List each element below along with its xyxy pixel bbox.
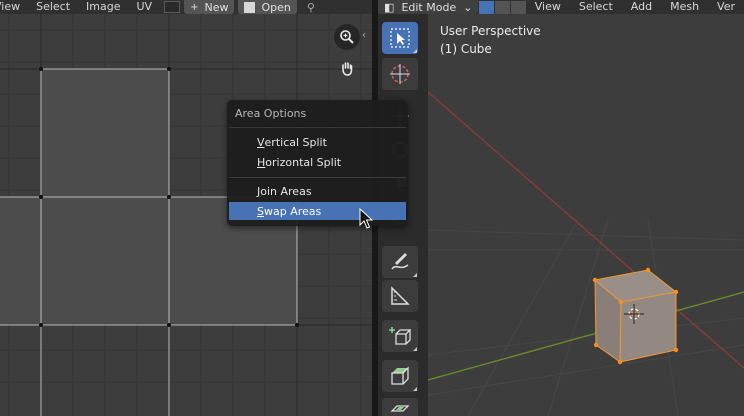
horizontal-split-item[interactable]: Horizontal Split	[229, 153, 406, 171]
mode-icon: ◧	[384, 0, 395, 14]
annotate-icon[interactable]	[382, 246, 418, 278]
new-image-label: New	[204, 0, 229, 14]
menu-item-hotkey: S	[257, 204, 264, 218]
menu-item-label: ertical Split	[264, 135, 327, 149]
menu-item-label: oin Areas	[260, 184, 312, 198]
vertex-select-icon[interactable]	[479, 0, 495, 14]
menu-separator	[229, 127, 406, 128]
uv-view-menu[interactable]: View	[0, 0, 28, 14]
mouse-cursor-icon	[359, 208, 373, 229]
join-areas-item[interactable]: Join Areas	[229, 182, 406, 200]
pin-icon[interactable]: ⚲	[307, 1, 315, 14]
mode-dropdown[interactable]: ◧ Edit Mode ⌄	[378, 0, 479, 14]
face-select-icon[interactable]	[510, 0, 526, 14]
x-axis-line	[428, 91, 744, 369]
viewport-object-label: (1) Cube	[440, 42, 492, 56]
hand-icon[interactable]	[334, 55, 360, 81]
menu-item-label: orizontal Split	[265, 155, 342, 169]
area-options-title: Area Options	[235, 107, 307, 120]
mode-label: Edit Mode	[401, 0, 457, 14]
viewport-header: ◧ Edit Mode ⌄ View Select Add Mesh Ver	[378, 0, 744, 14]
viewport-add-menu[interactable]: Add	[622, 0, 661, 14]
menu-item-label: wap Areas	[263, 204, 322, 218]
viewport-select-menu[interactable]: Select	[570, 0, 622, 14]
3d-viewport[interactable]	[428, 0, 744, 416]
menu-separator	[229, 177, 406, 178]
viewport-scene[interactable]	[428, 0, 744, 416]
cursor-3d-icon[interactable]	[382, 58, 418, 90]
menu-item-hotkey: V	[257, 135, 265, 149]
folder-icon	[244, 1, 256, 13]
plus-icon: +	[190, 1, 199, 13]
zoom-in-icon[interactable]	[334, 24, 360, 50]
viewport-view-menu[interactable]: View	[526, 0, 570, 14]
cube-mesh	[592, 267, 679, 365]
uv-uv-menu[interactable]: UV	[129, 0, 161, 14]
swap-areas-item[interactable]: Swap Areas	[229, 202, 406, 220]
open-image-label: Open	[261, 0, 291, 14]
add-cube-icon[interactable]	[382, 320, 418, 352]
menu-item-hotkey: H	[257, 155, 266, 169]
edge-select-icon[interactable]	[495, 0, 510, 14]
new-image-button[interactable]: + New	[184, 0, 235, 14]
open-image-button[interactable]: Open	[238, 0, 297, 14]
chevron-down-icon: ⌄	[463, 0, 473, 14]
viewport-perspective-label: User Perspective	[440, 24, 541, 38]
image-browse-icon[interactable]	[164, 1, 181, 13]
select-box-icon[interactable]	[382, 22, 418, 54]
uv-editor-header: View Select Image UV + New Open ⚲	[0, 0, 372, 14]
measure-icon[interactable]	[382, 280, 418, 312]
viewport-mesh-menu[interactable]: Mesh	[661, 0, 708, 14]
uv-image-menu[interactable]: Image	[78, 0, 128, 14]
viewport-vertex-menu[interactable]: Ver	[708, 0, 744, 14]
y-axis-line	[428, 291, 744, 381]
vertical-split-item[interactable]: Vertical Split	[229, 133, 406, 151]
extrude-icon[interactable]	[382, 360, 418, 392]
chevron-left-icon[interactable]: ‹	[362, 30, 366, 41]
uv-select-menu[interactable]: Select	[28, 0, 78, 14]
inset-icon[interactable]	[382, 398, 418, 416]
area-options-menu: Area Options Vertical Split Horizontal S…	[227, 100, 408, 226]
